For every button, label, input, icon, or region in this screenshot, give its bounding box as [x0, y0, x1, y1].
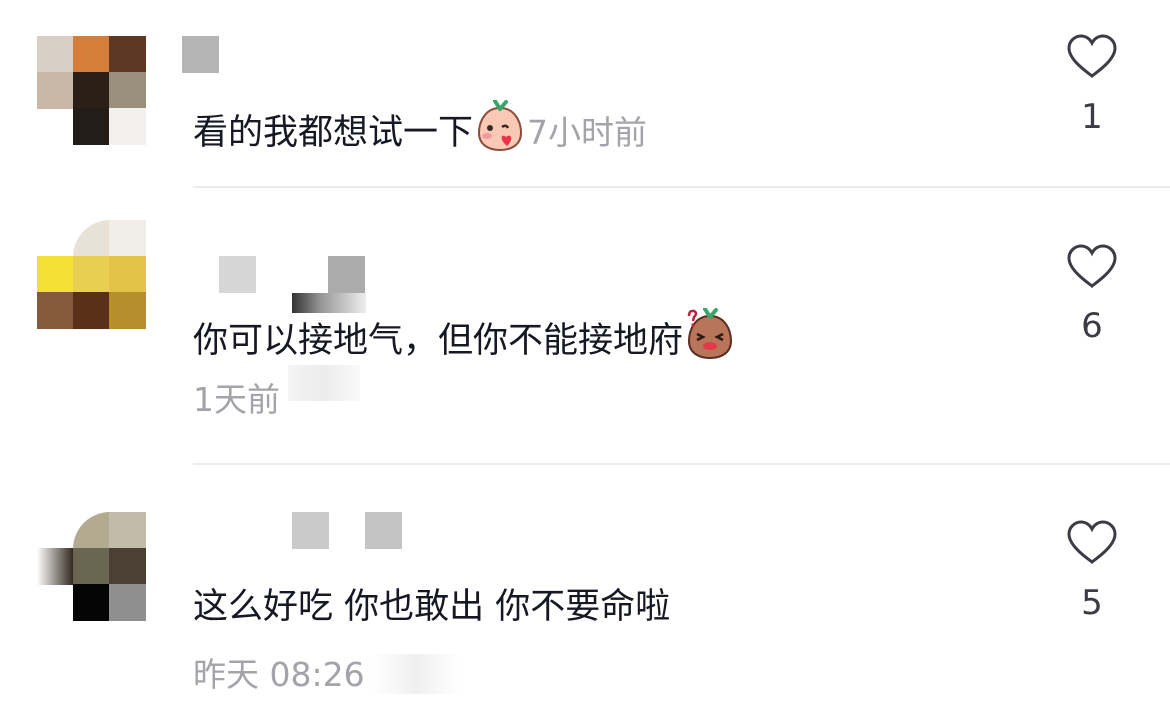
- heart-icon[interactable]: [1066, 520, 1118, 566]
- redacted-location: [372, 654, 460, 694]
- comment-text-row: 这么好吃 你也敢出 你不要命啦: [193, 585, 670, 629]
- avatar-pixel: [73, 584, 110, 621]
- avatar-pixel: [109, 512, 146, 549]
- avatar-pixel: [109, 584, 146, 621]
- username[interactable]: [182, 512, 422, 550]
- username-redacted-block: [292, 512, 329, 549]
- comment-text: 这么好吃 你也敢出 你不要命啦: [193, 587, 671, 627]
- avatar-pixel: [109, 548, 146, 585]
- comment-item: 这么好吃 你也敢出 你不要命啦 昨天 08:26 5: [0, 0, 1170, 715]
- avatar-pixel: [37, 548, 74, 585]
- comment-time: 昨天 08:26: [193, 655, 365, 694]
- comment-time-row: 昨天 08:26: [193, 653, 365, 697]
- like-count: 5: [1081, 583, 1103, 623]
- avatar-pixel: [73, 512, 110, 549]
- avatar-pixel: [73, 548, 110, 585]
- avatar[interactable]: [37, 512, 146, 621]
- username-redacted-block: [365, 512, 402, 549]
